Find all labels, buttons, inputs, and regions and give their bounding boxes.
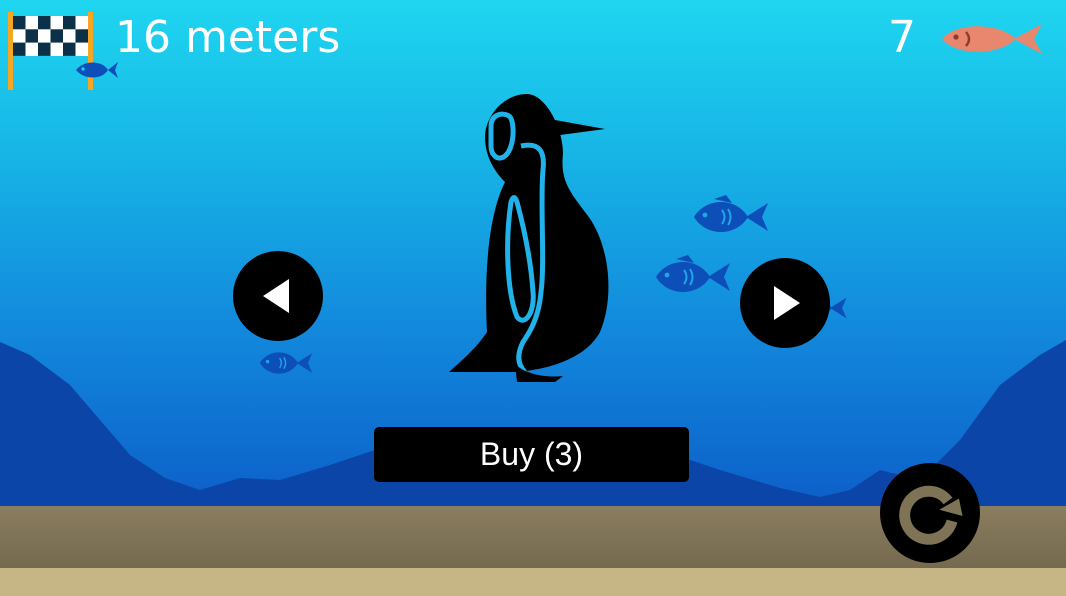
previous-character-button[interactable] — [233, 251, 323, 341]
checkered-flag-icon — [8, 12, 118, 90]
arrow-right-icon — [774, 286, 800, 320]
distance-label: 16 meters — [115, 12, 341, 63]
fish-count: 7 — [888, 12, 916, 63]
game-scene: 16 meters 7 Buy (3) — [0, 0, 1066, 596]
fish-decoration-1 — [694, 195, 768, 232]
arrow-left-icon — [263, 279, 289, 313]
replay-button[interactable] — [880, 463, 980, 563]
penguin-character — [449, 94, 609, 382]
next-character-button[interactable] — [740, 258, 830, 348]
fish-decoration-2 — [656, 255, 730, 292]
replay-icon — [899, 485, 963, 545]
fish-decoration-3 — [259, 352, 313, 374]
fish-icon — [942, 24, 1042, 54]
seabed-sand — [0, 568, 1066, 596]
buy-button[interactable]: Buy (3) — [374, 427, 689, 482]
